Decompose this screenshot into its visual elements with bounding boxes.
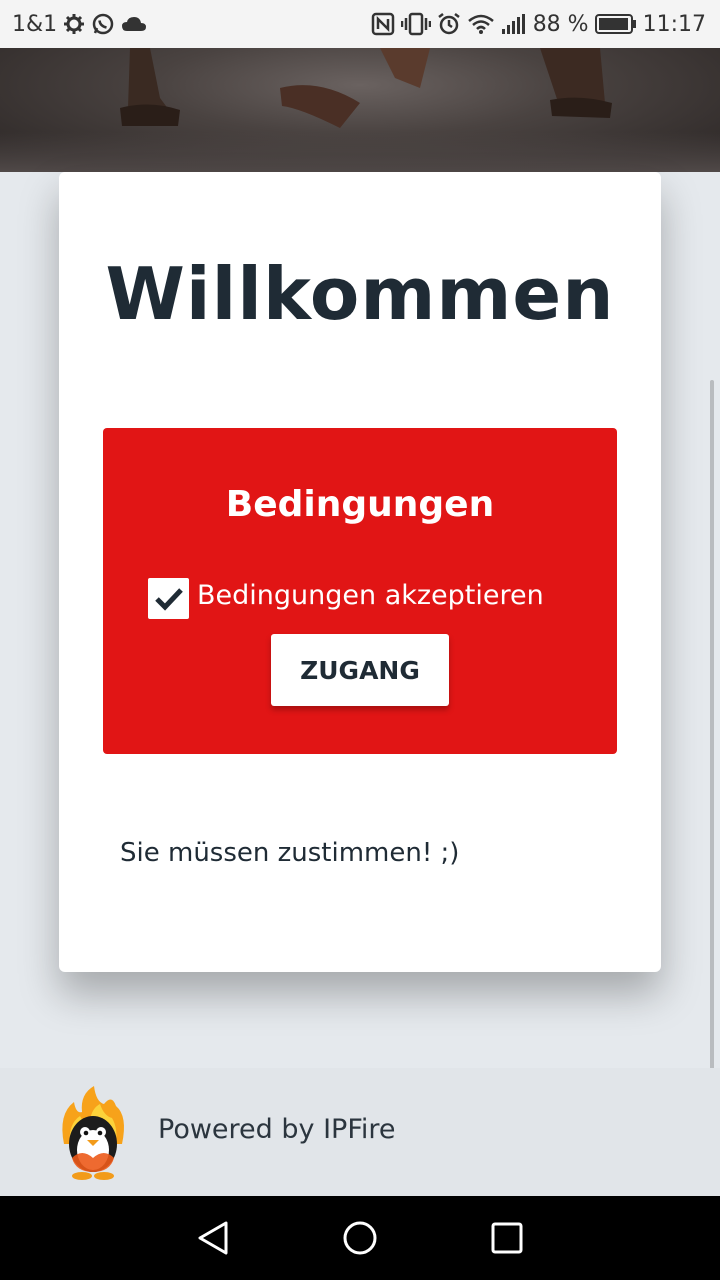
battery-icon	[594, 14, 637, 34]
cloud-icon	[121, 15, 147, 33]
signal-icon	[501, 13, 527, 35]
checkmark-icon	[154, 587, 183, 611]
vibrate-icon	[400, 12, 431, 36]
nfc-icon	[371, 12, 395, 36]
alarm-icon	[437, 12, 461, 36]
carrier-name: 1&1	[12, 11, 58, 37]
hero-smoke	[0, 132, 720, 172]
agreement-note: Sie müssen zustimmen! ;)	[120, 838, 460, 868]
terms-heading: Bedingungen	[225, 484, 495, 525]
ipfire-logo	[54, 1084, 132, 1180]
back-icon	[198, 1221, 228, 1255]
wifi-icon	[467, 13, 495, 35]
accept-terms-checkbox[interactable]	[148, 578, 189, 619]
status-bar-right: 88 % 11:17	[371, 12, 706, 37]
page-title: Willkommen	[105, 252, 615, 336]
recents-icon	[491, 1222, 523, 1254]
access-button[interactable]: ZUGANG	[271, 634, 449, 706]
settings-gear-icon	[63, 13, 85, 35]
home-button[interactable]	[330, 1208, 390, 1268]
recents-button[interactable]	[477, 1208, 537, 1268]
scrollbar[interactable]	[710, 380, 714, 1180]
battery-percent: 88 %	[532, 11, 589, 37]
powered-by-text: Powered by IPFire	[158, 1114, 396, 1145]
accept-terms-label[interactable]: Bedingungen akzeptieren	[197, 580, 544, 611]
status-bar-left: 1&1	[12, 12, 147, 37]
back-button[interactable]	[183, 1208, 243, 1268]
home-icon	[343, 1221, 377, 1255]
clock-time: 11:17	[642, 11, 706, 37]
navigation-bar	[0, 1196, 720, 1280]
whatsapp-icon	[91, 12, 115, 36]
hero-image	[0, 48, 720, 172]
status-bar: 1&1 88 % 11:17	[0, 0, 720, 48]
